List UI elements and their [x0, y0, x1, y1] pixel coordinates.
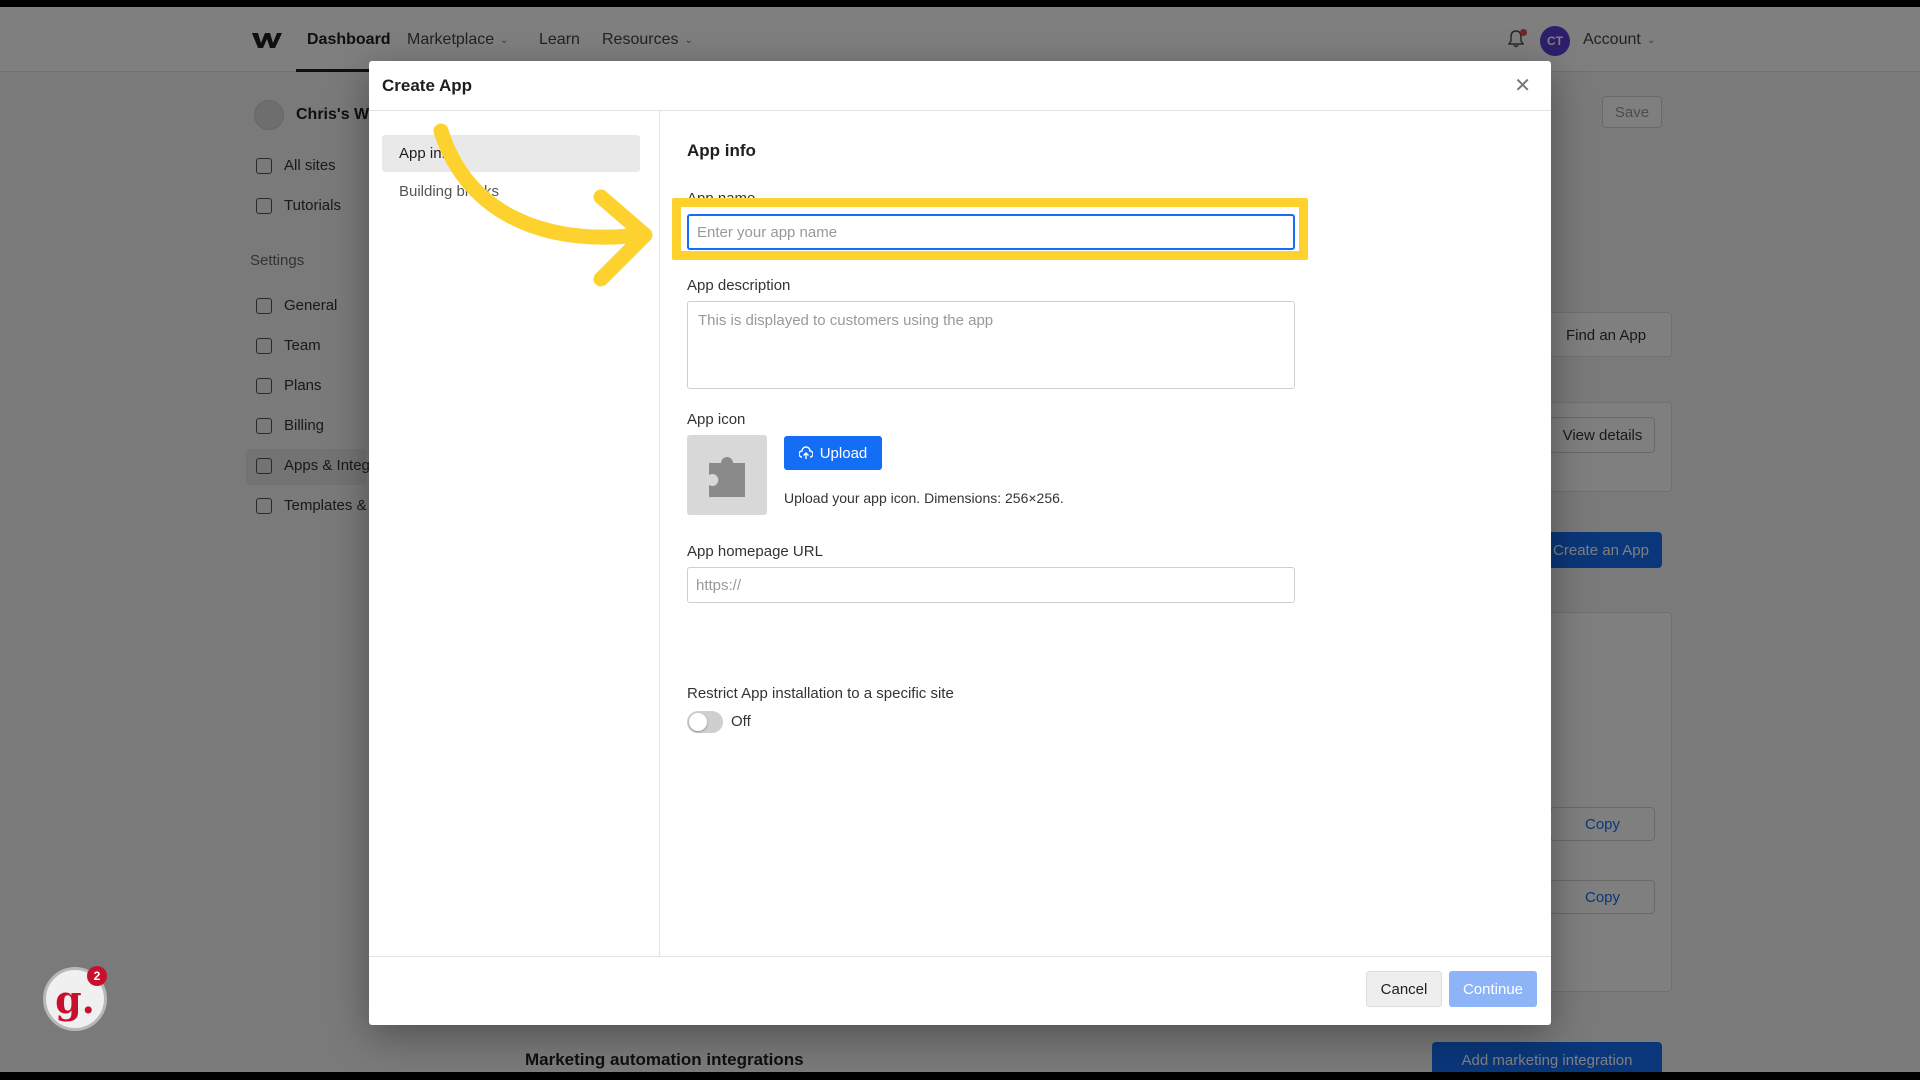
restrict-install-label: Restrict App installation to a specific …: [687, 685, 954, 702]
modal-title: Create App: [382, 76, 473, 95]
puzzle-piece-icon: [709, 457, 745, 497]
homepage-url-input[interactable]: [687, 567, 1295, 603]
restrict-install-toggle[interactable]: [687, 711, 723, 733]
section-title: App info: [687, 141, 756, 160]
app-icon-preview: [687, 435, 767, 515]
upload-button[interactable]: Upload: [784, 436, 882, 470]
continue-button[interactable]: Continue: [1449, 971, 1537, 1007]
annotation-arrow-icon: [433, 123, 653, 287]
app-icon-label: App icon: [687, 411, 746, 428]
annotation-highlight-box: [672, 198, 1308, 260]
toggle-knob: [689, 713, 707, 731]
close-icon[interactable]: ✕: [1514, 73, 1531, 98]
homepage-url-label: App homepage URL: [687, 543, 823, 560]
app-description-label: App description: [687, 277, 791, 294]
upload-hint: Upload your app icon. Dimensions: 256×25…: [784, 490, 1064, 506]
toggle-state-label: Off: [731, 713, 751, 730]
upload-cloud-icon: [798, 446, 813, 459]
cancel-button[interactable]: Cancel: [1366, 971, 1442, 1007]
guide-count-badge: 2: [87, 966, 107, 986]
app-description-textarea[interactable]: [687, 301, 1295, 389]
modal-header: Create App ✕: [369, 61, 1551, 111]
modal-footer: Cancel Continue: [369, 956, 1551, 1025]
screen: Dashboard Marketplace⌄ Learn Resources⌄ …: [0, 7, 1920, 1072]
